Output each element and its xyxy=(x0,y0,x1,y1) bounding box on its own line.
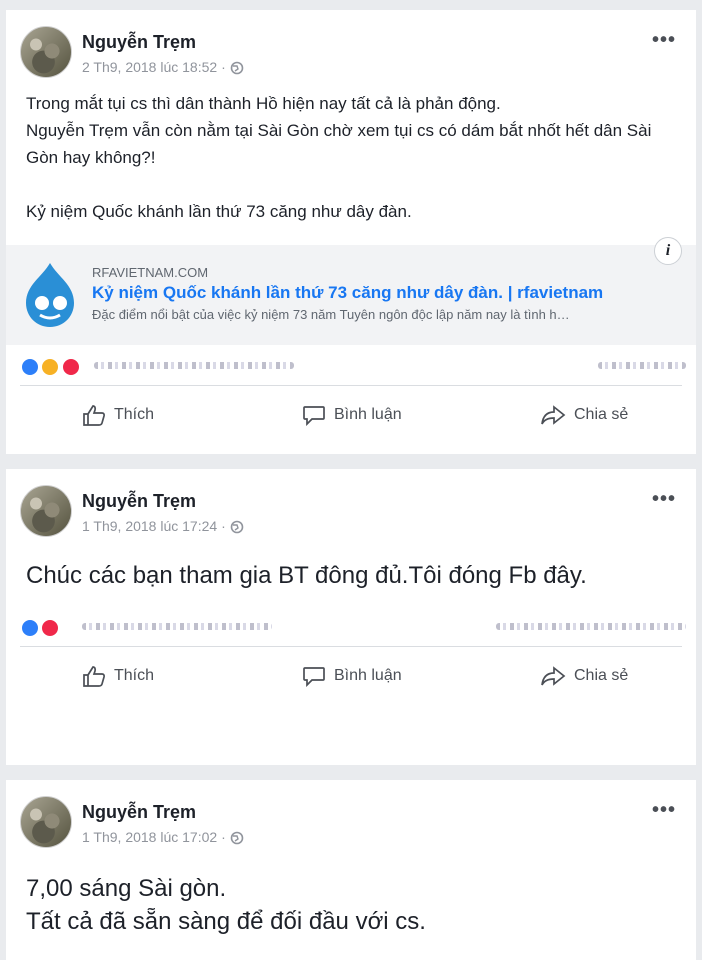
timestamp-text[interactable]: 1 Th9, 2018 lúc 17:24 · xyxy=(82,518,226,534)
site-logo-icon xyxy=(20,259,80,331)
timestamp-text[interactable]: 1 Th9, 2018 lúc 17:02 · xyxy=(82,829,226,845)
more-options-icon[interactable]: ••• xyxy=(652,800,676,820)
avatar[interactable] xyxy=(20,796,72,848)
reactions-summary[interactable] xyxy=(6,606,696,646)
link-title[interactable]: Kỷ niệm Quốc khánh lần thứ 73 căng như d… xyxy=(92,283,603,303)
action-bar: Thích Bình luận Chia sẻ xyxy=(6,647,696,703)
comment-button[interactable]: Bình luận xyxy=(302,404,402,426)
post-header: Nguyễn Trẹm 2 Th9, 2018 lúc 18:52 · ••• xyxy=(6,10,696,82)
haha-reaction-icon xyxy=(40,357,61,377)
link-domain: RFAVIETNAM.COM xyxy=(92,265,209,280)
comment-icon xyxy=(303,406,325,426)
post-card: Nguyễn Trẹm 2 Th9, 2018 lúc 18:52 · ••• … xyxy=(6,10,696,454)
post-text: 7,00 sáng Sài gòn. Tất cả đã sẵn sàng để… xyxy=(26,875,426,935)
love-reaction-icon xyxy=(60,357,81,377)
reactors-blurred xyxy=(82,623,272,630)
share-button[interactable]: Chia sẻ xyxy=(540,404,628,426)
author-name[interactable]: Nguyễn Trẹm xyxy=(82,802,196,823)
counts-blurred xyxy=(598,362,686,369)
like-reaction-icon xyxy=(20,618,40,638)
post-header: Nguyễn Trẹm 1 Th9, 2018 lúc 17:24 · ••• xyxy=(6,469,696,541)
share-label[interactable]: Chia sẻ xyxy=(574,406,628,424)
link-preview[interactable]: i RFAVIETNAM.COM Kỷ niệm Quốc khánh lần … xyxy=(6,237,696,345)
post-card: Nguyễn Trẹm 1 Th9, 2018 lúc 17:02 · ••• … xyxy=(6,780,696,960)
counts-blurred xyxy=(496,623,686,630)
post-text: Chúc các bạn tham gia BT đông đủ.Tôi đón… xyxy=(26,562,587,589)
more-options-icon[interactable]: ••• xyxy=(652,489,676,509)
post-header: Nguyễn Trẹm 1 Th9, 2018 lúc 17:02 · ••• xyxy=(6,780,696,852)
comment-button[interactable]: Bình luận xyxy=(302,665,402,687)
globe-icon xyxy=(230,831,244,848)
post-card: Nguyễn Trẹm 1 Th9, 2018 lúc 17:24 · ••• … xyxy=(6,469,696,765)
love-reaction-icon xyxy=(40,618,61,638)
link-description: Đặc điểm nổi bật của việc kỷ niệm 73 năm… xyxy=(92,307,570,322)
like-reaction-icon xyxy=(20,357,40,377)
author-name[interactable]: Nguyễn Trẹm xyxy=(82,32,196,53)
comment-label[interactable]: Bình luận xyxy=(334,667,402,685)
share-button[interactable]: Chia sẻ xyxy=(540,665,628,687)
globe-icon xyxy=(230,61,244,78)
post-timestamp[interactable]: 1 Th9, 2018 lúc 17:02 · xyxy=(82,829,244,848)
share-icon xyxy=(541,666,566,686)
avatar[interactable] xyxy=(20,485,72,537)
reaction-icons xyxy=(20,357,81,382)
timestamp-text[interactable]: 2 Th9, 2018 lúc 18:52 · xyxy=(82,59,226,75)
share-icon xyxy=(541,405,566,425)
thumbs-up-icon xyxy=(83,405,106,426)
comment-label[interactable]: Bình luận xyxy=(334,406,402,424)
like-button[interactable]: Thích xyxy=(82,404,154,426)
avatar[interactable] xyxy=(20,26,72,78)
post-timestamp[interactable]: 2 Th9, 2018 lúc 18:52 · xyxy=(82,59,244,78)
post-timestamp[interactable]: 1 Th9, 2018 lúc 17:24 · xyxy=(82,518,244,537)
comment-icon xyxy=(303,667,325,687)
like-label[interactable]: Thích xyxy=(114,406,154,424)
like-label[interactable]: Thích xyxy=(114,667,154,685)
reactors-blurred xyxy=(94,362,294,369)
share-label[interactable]: Chia sẻ xyxy=(574,667,628,685)
action-bar: Thích Bình luận Chia sẻ xyxy=(6,386,696,442)
globe-icon xyxy=(230,520,244,537)
like-button[interactable]: Thích xyxy=(82,665,154,687)
info-icon[interactable]: i xyxy=(654,237,682,265)
reaction-icons xyxy=(20,618,61,643)
reactions-summary[interactable] xyxy=(6,345,696,385)
more-options-icon[interactable]: ••• xyxy=(652,30,676,50)
author-name[interactable]: Nguyễn Trẹm xyxy=(82,491,196,512)
post-text: Trong mắt tụi cs thì dân thành Hồ hiện n… xyxy=(26,94,652,221)
thumbs-up-icon xyxy=(83,666,106,687)
